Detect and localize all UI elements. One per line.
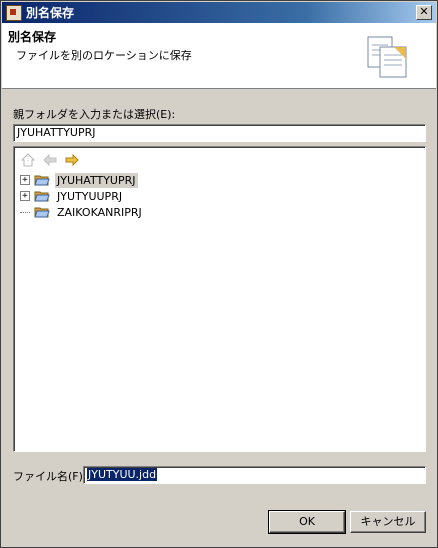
close-button[interactable]: ✕ bbox=[416, 5, 432, 20]
dialog-header: 別名保存 ファイルを別のロケーションに保存 bbox=[2, 23, 436, 89]
tree-item-label: JYUTYUUPRJ bbox=[57, 189, 123, 203]
filename-input[interactable]: JYUTYUU.jdd bbox=[83, 466, 426, 484]
filename-label: ファイル名(F): bbox=[13, 470, 87, 483]
filename-value: JYUTYUU.jdd bbox=[87, 468, 158, 481]
open-folder-icon bbox=[34, 175, 50, 186]
open-folder-icon bbox=[34, 191, 50, 202]
tree-item[interactable]: + JYUHATTYUPRJ bbox=[20, 172, 138, 188]
header-title: 別名保存 bbox=[8, 30, 57, 44]
close-icon: ✕ bbox=[419, 5, 429, 18]
expand-toggle[interactable]: + bbox=[20, 175, 30, 185]
tree-connector bbox=[20, 211, 30, 213]
home-icon[interactable] bbox=[20, 153, 36, 167]
folder-tree[interactable]: + JYUHATTYUPRJ + JYUTYUUPRJ ZAIKOKANRIPR… bbox=[13, 146, 426, 452]
parent-folder-input[interactable]: JYUHATTYUPRJ bbox=[13, 124, 426, 142]
ok-button[interactable]: OK bbox=[268, 510, 346, 534]
tree-item[interactable]: + JYUTYUUPRJ bbox=[20, 188, 124, 204]
back-arrow-icon[interactable] bbox=[42, 153, 58, 167]
tree-item[interactable]: ZAIKOKANRIPRJ bbox=[20, 204, 144, 220]
open-folder-icon bbox=[34, 207, 50, 218]
forward-arrow-icon[interactable] bbox=[64, 153, 80, 167]
tree-item-label: ZAIKOKANRIPRJ bbox=[57, 205, 142, 219]
save-as-dialog: 別名保存 ✕ 別名保存 ファイルを別のロケーションに保存 親フォルダを入力または… bbox=[0, 0, 438, 548]
tree-item-label: JYUHATTYUPRJ bbox=[55, 172, 138, 188]
parent-folder-label: 親フォルダを入力または選択(E): bbox=[13, 108, 176, 121]
tree-toolbar bbox=[20, 153, 80, 167]
documents-icon bbox=[367, 36, 407, 78]
cancel-button[interactable]: キャンセル bbox=[350, 511, 426, 533]
expand-toggle[interactable]: + bbox=[20, 191, 30, 201]
header-description: ファイルを別のロケーションに保存 bbox=[16, 49, 192, 62]
window-title: 別名保存 bbox=[26, 6, 75, 20]
app-icon bbox=[6, 4, 22, 21]
title-bar[interactable]: 別名保存 ✕ bbox=[2, 2, 436, 23]
